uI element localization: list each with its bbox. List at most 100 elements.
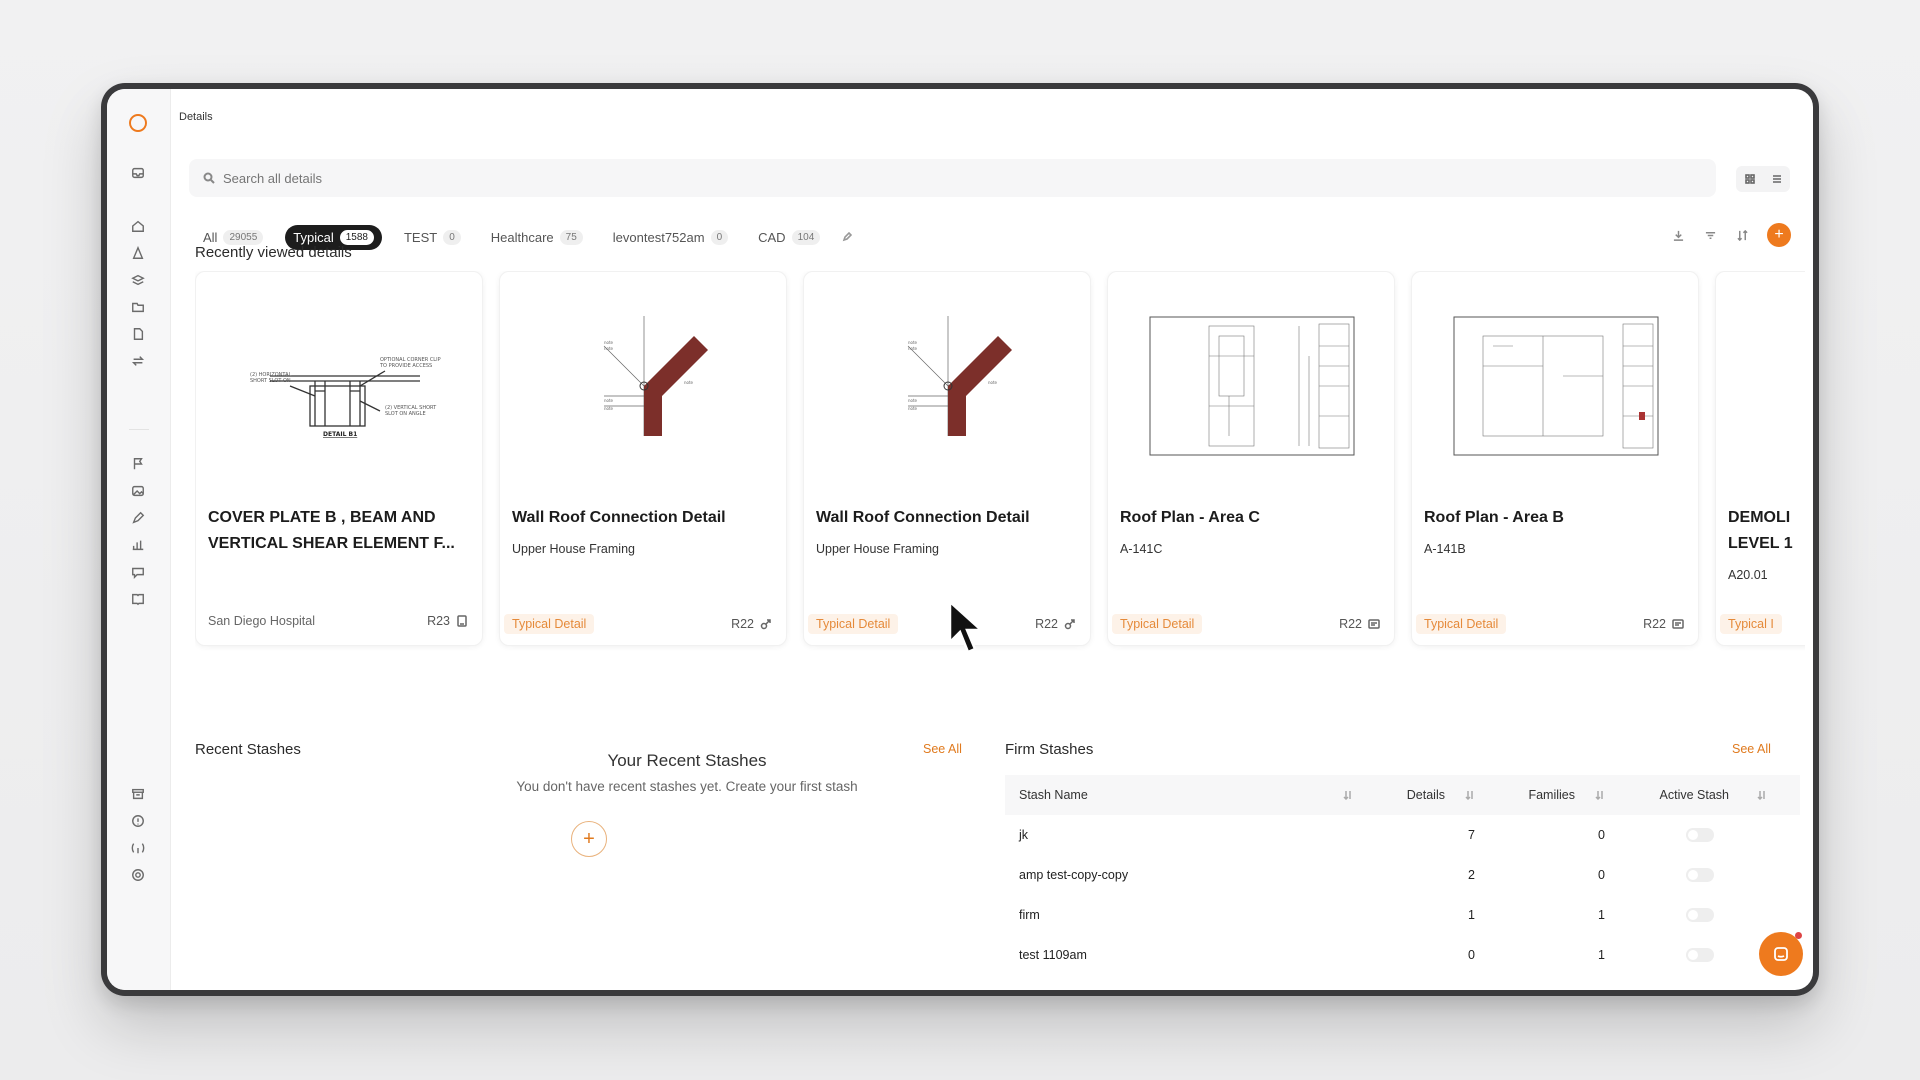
search-input[interactable] — [223, 170, 623, 186]
card-tag: Typical Detail — [1112, 614, 1203, 634]
firm-stashes-title: Firm Stashes — [1005, 741, 1094, 758]
image-icon — [1672, 619, 1684, 629]
view-toggle[interactable] — [1736, 166, 1790, 192]
detail-thumbnail: OPTIONAL CORNER CLIP TO PROVIDE ACCESS (… — [210, 286, 470, 486]
sync-icon[interactable] — [129, 352, 147, 370]
svg-text:SLOT ON ANGLE: SLOT ON ANGLE — [385, 411, 426, 417]
card-tag: Typical Detail — [504, 614, 595, 634]
tab-count: 104 — [791, 230, 821, 245]
firm-stashes-see-all-link[interactable]: See All — [1732, 742, 1771, 756]
active-stash-toggle[interactable] — [1686, 868, 1714, 882]
firm-stashes-table: Stash Name Details Families Active Stash… — [1005, 775, 1800, 975]
svg-text:note: note — [988, 380, 998, 385]
help-icon[interactable] — [129, 812, 147, 830]
card-footer: Typical Detail R22 — [504, 614, 772, 634]
pen-icon[interactable] — [129, 509, 147, 527]
table-row[interactable]: test 1109am 0 1 — [1005, 935, 1800, 975]
card-tag: Typical Detail — [808, 614, 899, 634]
active-stash-toggle[interactable] — [1686, 908, 1714, 922]
home-icon[interactable] — [129, 217, 147, 235]
empty-stashes-title: Your Recent Stashes — [607, 751, 767, 770]
column-families[interactable]: Families — [1485, 788, 1615, 802]
table-header: Stash Name Details Families Active Stash — [1005, 775, 1800, 815]
detail-card[interactable]: DEMOLI LEVEL 1 A20.01 Typical I — [1715, 271, 1805, 646]
list-view-icon[interactable] — [1770, 172, 1784, 186]
card-revision: R22 — [1643, 617, 1684, 631]
archive-icon[interactable] — [129, 785, 147, 803]
detail-card[interactable]: Roof Plan - Area B A-141B Typical Detail… — [1411, 271, 1699, 646]
detail-label: DETAIL B1 — [323, 431, 357, 438]
details-nav-icon[interactable] — [129, 244, 147, 262]
stash-families: 1 — [1598, 908, 1605, 922]
recent-stashes-see-all-link[interactable]: See All — [923, 742, 962, 756]
stash-families: 0 — [1598, 828, 1605, 842]
card-footer: San Diego Hospital R23 — [208, 614, 468, 628]
chat-bubble-icon — [1774, 947, 1788, 961]
create-stash-button[interactable]: + — [571, 821, 607, 857]
tab-levontest752am[interactable]: levontest752am 0 — [605, 225, 736, 250]
card-footer: Typical Detail R22 — [1416, 614, 1684, 634]
column-details[interactable]: Details — [1365, 788, 1485, 802]
add-detail-button[interactable]: + — [1767, 223, 1791, 247]
card-title: Wall Roof Connection Detail — [512, 509, 726, 526]
active-stash-toggle[interactable] — [1686, 948, 1714, 962]
svg-text:SHORT SLOT ON: SHORT SLOT ON — [250, 378, 291, 384]
grid-view-icon[interactable] — [1743, 172, 1757, 186]
tab-test[interactable]: TEST 0 — [396, 225, 469, 250]
edit-tabs-icon[interactable] — [842, 229, 853, 247]
sidebar — [107, 89, 171, 990]
card-subtitle: Upper House Framing — [512, 542, 635, 556]
tab-healthcare[interactable]: Healthcare 75 — [483, 225, 591, 250]
book-icon[interactable] — [129, 590, 147, 608]
svg-text:TO PROVIDE ACCESS: TO PROVIDE ACCESS — [379, 363, 432, 369]
card-title: DEMOLI LEVEL 1 — [1728, 509, 1793, 552]
detail-card[interactable]: note note note note note Wall Roof Connecti… — [803, 271, 1091, 646]
active-stash-toggle[interactable] — [1686, 828, 1714, 842]
image-icon[interactable] — [129, 482, 147, 500]
card-footer: Typical Detail R22 — [808, 614, 1076, 634]
chat-icon[interactable] — [129, 563, 147, 581]
image-icon — [1368, 619, 1380, 629]
detail-thumbnail — [1426, 286, 1686, 486]
layers-icon[interactable] — [129, 271, 147, 289]
search-icon — [203, 172, 215, 184]
empty-stashes-subtitle: You don't have recent stashes yet. Creat… — [516, 779, 858, 794]
app-logo[interactable] — [129, 114, 147, 132]
inbox-icon[interactable] — [129, 164, 147, 182]
folder-icon[interactable] — [129, 298, 147, 316]
card-title: COVER PLATE B , BEAM AND VERTICAL SHEAR … — [208, 509, 455, 552]
card-revision: R22 — [731, 617, 772, 631]
filter-icon[interactable] — [1703, 228, 1717, 242]
card-title: Roof Plan - Area C — [1120, 509, 1260, 526]
table-row[interactable]: jk 7 0 — [1005, 815, 1800, 855]
stash-families: 1 — [1598, 948, 1605, 962]
recently-viewed-title: Recently viewed details — [195, 244, 352, 261]
detail-card[interactable]: OPTIONAL CORNER CLIP TO PROVIDE ACCESS (… — [195, 271, 483, 646]
detail-thumbnail: note note note note note — [818, 286, 1078, 486]
detail-card[interactable]: Roof Plan - Area C A-141C Typical Detail… — [1107, 271, 1395, 646]
search-bar[interactable] — [189, 159, 1716, 197]
page-title: Details — [179, 111, 213, 123]
column-stash-name[interactable]: Stash Name — [1005, 788, 1365, 802]
svg-text:note: note — [908, 346, 918, 351]
app-screen: Details All29055 Typical1588 TEST0 Healt… — [107, 89, 1813, 990]
download-icon[interactable] — [1671, 228, 1685, 242]
file-icon[interactable] — [129, 325, 147, 343]
chart-icon[interactable] — [129, 536, 147, 554]
stash-details: 2 — [1468, 868, 1475, 882]
column-active-stash[interactable]: Active Stash — [1615, 788, 1785, 802]
settings-icon[interactable] — [129, 866, 147, 884]
table-row[interactable]: amp test-copy-copy 2 0 — [1005, 855, 1800, 895]
sort-icon[interactable] — [1735, 228, 1749, 242]
stash-details: 7 — [1468, 828, 1475, 842]
broadcast-icon[interactable] — [129, 839, 147, 857]
detail-card[interactable]: note note note note note Wall Roof Connecti… — [499, 271, 787, 646]
tab-cad[interactable]: CAD 104 — [750, 225, 828, 250]
card-title: Wall Roof Connection Detail — [816, 509, 1030, 526]
card-project: San Diego Hospital — [208, 614, 316, 628]
flag-icon[interactable] — [129, 455, 147, 473]
device-frame: Details All29055 Typical1588 TEST0 Healt… — [101, 83, 1819, 996]
card-title: Roof Plan - Area B — [1424, 509, 1564, 526]
table-row[interactable]: firm 1 1 — [1005, 895, 1800, 935]
sidebar-divider — [129, 429, 149, 430]
